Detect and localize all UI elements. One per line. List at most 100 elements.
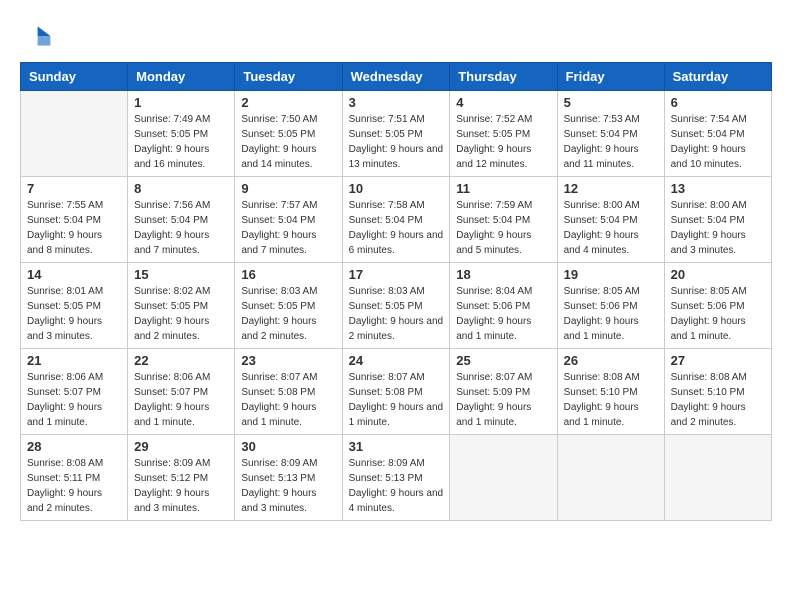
calendar-cell: 25 Sunrise: 8:07 AMSunset: 5:09 PMDayligh…: [450, 349, 557, 435]
day-number: 14: [27, 267, 121, 282]
calendar-cell: 13 Sunrise: 8:00 AMSunset: 5:04 PMDayligh…: [664, 177, 771, 263]
day-info: Sunrise: 7:49 AMSunset: 5:05 PMDaylight:…: [134, 112, 228, 172]
day-info: Sunrise: 8:06 AMSunset: 5:07 PMDaylight:…: [134, 370, 228, 430]
day-info: Sunrise: 8:04 AMSunset: 5:06 PMDaylight:…: [456, 284, 550, 344]
calendar-cell: 22 Sunrise: 8:06 AMSunset: 5:07 PMDayligh…: [128, 349, 235, 435]
day-info: Sunrise: 7:55 AMSunset: 5:04 PMDaylight:…: [27, 198, 121, 258]
day-number: 11: [456, 181, 550, 196]
day-info: Sunrise: 7:58 AMSunset: 5:04 PMDaylight:…: [349, 198, 444, 258]
day-info: Sunrise: 8:09 AMSunset: 5:12 PMDaylight:…: [134, 456, 228, 516]
day-info: Sunrise: 7:53 AMSunset: 5:04 PMDaylight:…: [564, 112, 658, 172]
calendar-week-row: 7 Sunrise: 7:55 AMSunset: 5:04 PMDaylight…: [21, 177, 772, 263]
calendar-cell: 11 Sunrise: 7:59 AMSunset: 5:04 PMDayligh…: [450, 177, 557, 263]
day-info: Sunrise: 8:09 AMSunset: 5:13 PMDaylight:…: [241, 456, 335, 516]
day-of-week-header: Wednesday: [342, 63, 450, 91]
page-header: [20, 20, 772, 52]
calendar-cell: 14 Sunrise: 8:01 AMSunset: 5:05 PMDayligh…: [21, 263, 128, 349]
calendar-week-row: 1Sunrise: 7:49 AMSunset: 5:05 PMDaylight…: [21, 91, 772, 177]
day-info: Sunrise: 8:02 AMSunset: 5:05 PMDaylight:…: [134, 284, 228, 344]
calendar-cell: 29Sunrise: 8:09 AMSunset: 5:12 PMDayligh…: [128, 435, 235, 521]
day-number: 25: [456, 353, 550, 368]
calendar-cell: [557, 435, 664, 521]
day-number: 2: [241, 95, 335, 110]
day-info: Sunrise: 8:06 AMSunset: 5:07 PMDaylight:…: [27, 370, 121, 430]
day-info: Sunrise: 8:08 AMSunset: 5:10 PMDaylight:…: [671, 370, 765, 430]
calendar-cell: 27 Sunrise: 8:08 AMSunset: 5:10 PMDayligh…: [664, 349, 771, 435]
day-number: 13: [671, 181, 765, 196]
calendar-cell: [450, 435, 557, 521]
day-info: Sunrise: 8:09 AMSunset: 5:13 PMDaylight:…: [349, 456, 444, 516]
calendar-cell: 9 Sunrise: 7:57 AMSunset: 5:04 PMDaylight…: [235, 177, 342, 263]
calendar-cell: 16Sunrise: 8:03 AMSunset: 5:05 PMDayligh…: [235, 263, 342, 349]
day-number: 15: [134, 267, 228, 282]
day-info: Sunrise: 7:57 AMSunset: 5:04 PMDaylight:…: [241, 198, 335, 258]
calendar-cell: 2 Sunrise: 7:50 AMSunset: 5:05 PMDaylight…: [235, 91, 342, 177]
day-of-week-header: Sunday: [21, 63, 128, 91]
day-info: Sunrise: 8:07 AMSunset: 5:09 PMDaylight:…: [456, 370, 550, 430]
calendar-cell: 20Sunrise: 8:05 AMSunset: 5:06 PMDayligh…: [664, 263, 771, 349]
logo-icon: [20, 20, 52, 52]
day-info: Sunrise: 7:59 AMSunset: 5:04 PMDaylight:…: [456, 198, 550, 258]
day-number: 28: [27, 439, 121, 454]
day-number: 22: [134, 353, 228, 368]
calendar-cell: 5 Sunrise: 7:53 AMSunset: 5:04 PMDaylight…: [557, 91, 664, 177]
day-number: 7: [27, 181, 121, 196]
calendar-cell: 17 Sunrise: 8:03 AMSunset: 5:05 PMDayligh…: [342, 263, 450, 349]
day-info: Sunrise: 7:51 AMSunset: 5:05 PMDaylight:…: [349, 112, 444, 172]
day-info: Sunrise: 8:08 AMSunset: 5:10 PMDaylight:…: [564, 370, 658, 430]
day-info: Sunrise: 8:03 AMSunset: 5:05 PMDaylight:…: [241, 284, 335, 344]
day-number: 8: [134, 181, 228, 196]
day-info: Sunrise: 7:56 AMSunset: 5:04 PMDaylight:…: [134, 198, 228, 258]
calendar-week-row: 14 Sunrise: 8:01 AMSunset: 5:05 PMDayligh…: [21, 263, 772, 349]
day-of-week-header: Monday: [128, 63, 235, 91]
day-info: Sunrise: 7:52 AMSunset: 5:05 PMDaylight:…: [456, 112, 550, 172]
day-number: 18: [456, 267, 550, 282]
calendar-cell: 6 Sunrise: 7:54 AMSunset: 5:04 PMDaylight…: [664, 91, 771, 177]
calendar-cell: 10 Sunrise: 7:58 AMSunset: 5:04 PMDayligh…: [342, 177, 450, 263]
calendar-cell: 31 Sunrise: 8:09 AMSunset: 5:13 PMDayligh…: [342, 435, 450, 521]
calendar-cell: 18 Sunrise: 8:04 AMSunset: 5:06 PMDayligh…: [450, 263, 557, 349]
day-number: 31: [349, 439, 444, 454]
calendar-cell: 7 Sunrise: 7:55 AMSunset: 5:04 PMDaylight…: [21, 177, 128, 263]
day-number: 12: [564, 181, 658, 196]
calendar: SundayMondayTuesdayWednesdayThursdayFrid…: [20, 62, 772, 521]
calendar-cell: 19 Sunrise: 8:05 AMSunset: 5:06 PMDayligh…: [557, 263, 664, 349]
day-of-week-header: Thursday: [450, 63, 557, 91]
calendar-cell: 3 Sunrise: 7:51 AMSunset: 5:05 PMDaylight…: [342, 91, 450, 177]
day-number: 24: [349, 353, 444, 368]
day-number: 26: [564, 353, 658, 368]
day-info: Sunrise: 8:00 AMSunset: 5:04 PMDaylight:…: [564, 198, 658, 258]
day-number: 30: [241, 439, 335, 454]
day-info: Sunrise: 8:01 AMSunset: 5:05 PMDaylight:…: [27, 284, 121, 344]
day-info: Sunrise: 8:07 AMSunset: 5:08 PMDaylight:…: [349, 370, 444, 430]
day-of-week-header: Friday: [557, 63, 664, 91]
day-number: 3: [349, 95, 444, 110]
calendar-cell: 12 Sunrise: 8:00 AMSunset: 5:04 PMDayligh…: [557, 177, 664, 263]
day-number: 23: [241, 353, 335, 368]
day-info: Sunrise: 7:50 AMSunset: 5:05 PMDaylight:…: [241, 112, 335, 172]
calendar-week-row: 21Sunrise: 8:06 AMSunset: 5:07 PMDayligh…: [21, 349, 772, 435]
day-of-week-header: Saturday: [664, 63, 771, 91]
logo: [20, 20, 56, 52]
calendar-cell: 8 Sunrise: 7:56 AMSunset: 5:04 PMDaylight…: [128, 177, 235, 263]
calendar-header-row: SundayMondayTuesdayWednesdayThursdayFrid…: [21, 63, 772, 91]
day-number: 19: [564, 267, 658, 282]
day-info: Sunrise: 7:54 AMSunset: 5:04 PMDaylight:…: [671, 112, 765, 172]
day-number: 4: [456, 95, 550, 110]
day-info: Sunrise: 8:05 AMSunset: 5:06 PMDaylight:…: [564, 284, 658, 344]
day-info: Sunrise: 8:03 AMSunset: 5:05 PMDaylight:…: [349, 284, 444, 344]
day-number: 6: [671, 95, 765, 110]
day-info: Sunrise: 8:07 AMSunset: 5:08 PMDaylight:…: [241, 370, 335, 430]
day-number: 10: [349, 181, 444, 196]
day-info: Sunrise: 8:00 AMSunset: 5:04 PMDaylight:…: [671, 198, 765, 258]
day-number: 27: [671, 353, 765, 368]
calendar-cell: 28 Sunrise: 8:08 AMSunset: 5:11 PMDayligh…: [21, 435, 128, 521]
day-number: 17: [349, 267, 444, 282]
day-number: 9: [241, 181, 335, 196]
day-info: Sunrise: 8:08 AMSunset: 5:11 PMDaylight:…: [27, 456, 121, 516]
calendar-cell: 24 Sunrise: 8:07 AMSunset: 5:08 PMDayligh…: [342, 349, 450, 435]
day-number: 5: [564, 95, 658, 110]
day-number: 20: [671, 267, 765, 282]
calendar-cell: [664, 435, 771, 521]
calendar-cell: 15 Sunrise: 8:02 AMSunset: 5:05 PMDayligh…: [128, 263, 235, 349]
